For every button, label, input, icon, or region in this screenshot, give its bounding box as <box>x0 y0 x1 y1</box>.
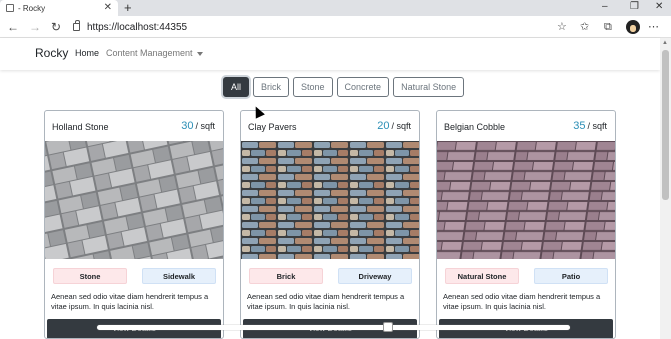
category-badge: Brick <box>249 268 323 284</box>
price-unit: / sqft <box>195 121 215 131</box>
browser-titlebar: - Rocky ✕ + ‒ ❐ ✕ <box>0 0 671 16</box>
nav-content-management[interactable]: Content Management <box>106 48 203 58</box>
price-value: 20 <box>377 120 390 132</box>
product-name: Holland Stone <box>52 122 109 132</box>
scroll-thumb[interactable] <box>662 50 669 200</box>
filter-brick[interactable]: Brick <box>253 77 290 97</box>
category-badge: Natural Stone <box>445 268 519 284</box>
price-value: 30 <box>181 120 194 132</box>
product-image <box>45 141 223 259</box>
restore-icon[interactable]: ❐ <box>630 0 639 14</box>
page-scrollbar[interactable]: ▲ <box>660 38 671 339</box>
address-bar[interactable]: https://localhost:44355 <box>73 19 573 35</box>
page-icon <box>6 4 14 12</box>
card-header: Belgian Cobble 35/ sqft <box>437 111 615 141</box>
nav-home[interactable]: Home <box>75 48 99 58</box>
back-icon[interactable]: ← <box>7 19 19 35</box>
chevron-down-icon <box>196 51 203 56</box>
tab-title: - Rocky <box>18 3 46 13</box>
filter-natural-stone[interactable]: Natural Stone <box>393 77 465 97</box>
url-text: https://localhost:44355 <box>87 21 188 33</box>
product-description: Aenean sed odio vitae diam hendrerit tem… <box>247 292 405 311</box>
video-scrub-bar[interactable] <box>97 322 570 332</box>
filter-stone[interactable]: Stone <box>293 77 333 97</box>
product-card: Holland Stone 30/ sqft Stone Sidewalk Ae… <box>44 110 224 339</box>
application-badge: Sidewalk <box>142 268 216 284</box>
minimize-icon[interactable]: ‒ <box>602 0 608 14</box>
filter-concrete[interactable]: Concrete <box>336 77 390 97</box>
product-description: Aenean sed odio vitae diam hendrerit tem… <box>51 292 209 311</box>
category-filters: All Brick Stone Concrete Natural Stone <box>223 77 465 97</box>
price-value: 35 <box>573 120 586 132</box>
card-header: Clay Pavers 20/ sqft <box>241 111 419 141</box>
card-header: Holland Stone 30/ sqft <box>45 111 223 141</box>
nav-content-management-label: Content Management <box>106 48 193 58</box>
product-name: Clay Pavers <box>248 122 297 132</box>
category-badge: Stone <box>53 268 127 284</box>
forward-icon[interactable]: → <box>29 19 41 35</box>
collections-icon[interactable]: ⧉ <box>604 19 612 35</box>
more-menu-icon[interactable]: ⋯ <box>648 19 659 35</box>
brand-logo[interactable]: Rocky <box>35 46 68 60</box>
product-name: Belgian Cobble <box>444 122 506 132</box>
product-card: Belgian Cobble 35/ sqft Natural Stone Pa… <box>436 110 616 339</box>
favorites-list-icon[interactable]: ✩ <box>580 19 589 35</box>
filter-all[interactable]: All <box>223 77 250 97</box>
browser-toolbar: ← → ↻ https://localhost:44355 <box>0 16 671 38</box>
product-image <box>241 141 419 259</box>
application-badge: Driveway <box>338 268 412 284</box>
product-description: Aenean sed odio vitae diam hendrerit tem… <box>443 292 601 311</box>
site-navbar: Rocky Home Content Management <box>0 38 660 70</box>
product-image <box>437 141 615 259</box>
favorite-star-icon[interactable]: ☆ <box>557 19 567 35</box>
product-price: 20/ sqft <box>377 120 411 132</box>
price-unit: / sqft <box>587 121 607 131</box>
profile-avatar[interactable] <box>626 20 640 34</box>
close-tab-icon[interactable]: ✕ <box>104 2 112 14</box>
price-unit: / sqft <box>391 121 411 131</box>
new-tab-icon[interactable]: + <box>124 0 132 16</box>
close-window-icon[interactable]: ✕ <box>655 0 663 14</box>
product-price: 30/ sqft <box>181 120 215 132</box>
lock-icon <box>73 20 80 31</box>
refresh-icon[interactable]: ↻ <box>51 19 61 35</box>
browser-tab[interactable]: - Rocky ✕ <box>0 0 118 16</box>
product-price: 35/ sqft <box>573 120 607 132</box>
product-card: Clay Pavers 20/ sqft Brick Driveway Aene… <box>240 110 420 339</box>
scroll-up-icon[interactable]: ▲ <box>662 40 668 46</box>
application-badge: Patio <box>534 268 608 284</box>
scrub-handle[interactable] <box>383 322 393 332</box>
